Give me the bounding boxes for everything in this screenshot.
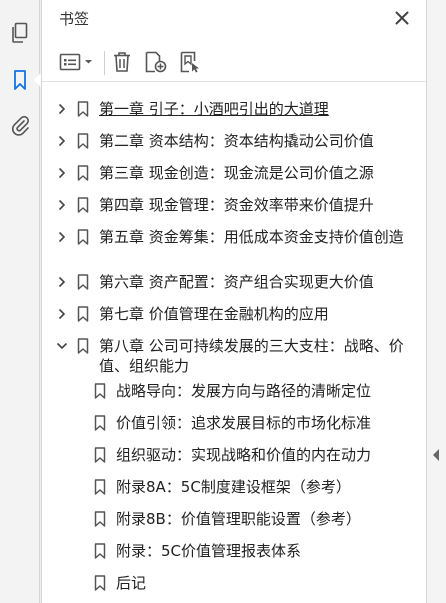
bookmark-label: 第五章 资金筹集：用低成本资金支持价值创造 <box>99 228 404 246</box>
chevron-right-icon[interactable] <box>56 230 68 244</box>
tool-rail <box>0 0 41 603</box>
attachment-icon[interactable] <box>8 113 32 137</box>
bookmark-icon <box>77 165 89 181</box>
chevron-right-icon[interactable] <box>56 307 68 321</box>
bookmark-label: 第二章 资本结构：资本结构撬动公司价值 <box>99 132 374 150</box>
bookmark-label: 第四章 现金管理：资金效率带来价值提升 <box>99 196 374 214</box>
document-pane-edge <box>426 0 446 603</box>
bookmark-from-selection-icon <box>180 51 199 73</box>
bookmark-icon[interactable] <box>8 68 32 92</box>
chevron-right-icon[interactable] <box>56 198 68 212</box>
new-bookmark-button[interactable] <box>144 49 168 75</box>
chevron-right-icon[interactable] <box>56 166 68 180</box>
collapse-panel-arrow-icon[interactable] <box>433 449 439 461</box>
bookmark-icon <box>94 575 106 591</box>
bookmark-icon <box>94 383 106 399</box>
bookmark-icon <box>94 415 106 431</box>
panel-header: 书签 <box>42 0 427 36</box>
bookmark-label: 附录8A：5C制度建设框架（参考） <box>116 478 351 496</box>
new-bookmark-icon <box>145 51 167 73</box>
bookmark-icon <box>77 306 89 322</box>
bookmark-icon <box>77 133 89 149</box>
bookmarks-panel: 书签 第一章 引子：小酒吧引出的大道理 第二章 资本结构：资本结构撬动公司价值 … <box>41 0 427 603</box>
pages-icon[interactable] <box>8 21 32 45</box>
bookmark-label: 组织驱动：实现战略和价值的内在动力 <box>116 446 372 464</box>
bookmark-label: 附录8B：价值管理职能设置（参考） <box>116 510 361 528</box>
active-tab-pointer <box>33 73 41 87</box>
bookmark-label: 第三章 现金创造：现金流是公司价值之源 <box>99 164 374 182</box>
bookmark-label: 第一章 引子：小酒吧引出的大道理 <box>99 100 329 118</box>
bookmark-label: 战略导向：发展方向与路径的清晰定位 <box>116 382 372 400</box>
bookmark-from-selection-button[interactable] <box>179 49 203 75</box>
bookmark-icon <box>77 197 89 213</box>
bookmark-label: 价值引领：追求发展目标的市场化标准 <box>116 414 372 432</box>
bookmark-icon <box>77 101 89 117</box>
bookmark-icon <box>77 229 89 245</box>
bookmark-label: 后记 <box>116 574 147 592</box>
options-menu-button[interactable] <box>59 49 95 75</box>
trash-icon <box>114 52 130 72</box>
bookmark-icon <box>94 447 106 463</box>
chevron-right-icon[interactable] <box>56 102 68 116</box>
chevron-right-icon[interactable] <box>56 275 68 289</box>
chevron-down-icon[interactable] <box>56 339 68 353</box>
panel-title: 书签 <box>59 10 90 28</box>
bookmark-icon <box>77 274 89 290</box>
bookmark-toolbar <box>42 44 427 82</box>
bookmark-icon <box>94 511 106 527</box>
bookmark-icon <box>94 479 106 495</box>
bookmark-label: 第八章 公司可持续发展的三大支柱：战略、价值、组织能力 <box>99 337 404 375</box>
bookmark-label: 附录：5C价值管理报表体系 <box>116 542 302 560</box>
bookmark-icon <box>77 338 89 354</box>
bookmark-icon <box>94 543 106 559</box>
chevron-right-icon[interactable] <box>56 134 68 148</box>
close-icon[interactable] <box>391 7 413 29</box>
toolbar-separator <box>104 51 105 75</box>
options-menu-icon <box>59 53 92 71</box>
delete-bookmark-button[interactable] <box>112 49 132 75</box>
bookmark-label: 第六章 资产配置：资产组合实现更大价值 <box>99 273 374 291</box>
bookmark-label: 第七章 价值管理在金融机构的应用 <box>99 305 329 323</box>
